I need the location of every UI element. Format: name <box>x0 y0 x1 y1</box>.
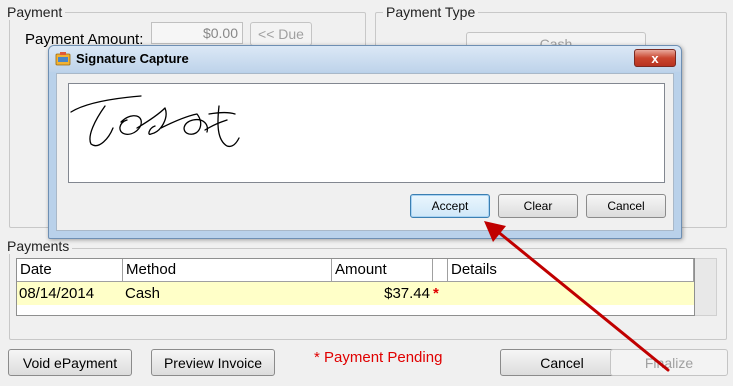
column-header-amount[interactable]: Amount <box>332 259 433 282</box>
signature-stroke <box>70 95 240 148</box>
accept-button[interactable]: Accept <box>410 194 490 218</box>
due-button-label: << Due <box>258 26 304 42</box>
close-icon: x <box>651 50 659 66</box>
table-scrollbar[interactable] <box>695 258 717 316</box>
payments-group-title: Payments <box>4 238 73 254</box>
finalize-button[interactable]: Finalize <box>610 349 728 376</box>
due-button[interactable]: << Due <box>250 22 312 46</box>
app-icon <box>55 51 71 67</box>
dialog-title: Signature Capture <box>76 51 189 66</box>
payment-amount-value: $0.00 <box>202 25 238 41</box>
payment-group-title: Payment <box>4 4 66 20</box>
column-header-method[interactable]: Method <box>123 259 332 282</box>
void-epayment-label: Void ePayment <box>22 354 118 371</box>
payment-type-group-title: Payment Type <box>383 4 479 20</box>
row-method: Cash <box>125 285 161 302</box>
payments-table: Date Method Amount Details 08/14/2014 Ca… <box>16 258 695 316</box>
table-row[interactable]: 08/14/2014 Cash $37.44 * <box>17 282 694 305</box>
row-pending-flag: * <box>433 285 439 302</box>
clear-button[interactable]: Clear <box>498 194 578 218</box>
dialog-cancel-button[interactable]: Cancel <box>586 194 666 218</box>
preview-invoice-button[interactable]: Preview Invoice <box>151 349 275 376</box>
row-amount: $37.44 <box>384 285 430 302</box>
column-header-details[interactable]: Details <box>448 259 694 282</box>
preview-invoice-label: Preview Invoice <box>163 354 263 371</box>
dialog-body: Accept Clear Cancel <box>56 73 674 231</box>
dialog-titlebar[interactable]: Signature Capture x <box>49 46 681 72</box>
clear-button-label: Clear <box>523 199 553 213</box>
row-date: 08/14/2014 <box>19 285 95 302</box>
column-header-date[interactable]: Date <box>17 259 123 282</box>
signature-pad[interactable] <box>68 83 665 183</box>
finalize-button-label: Finalize <box>644 354 694 371</box>
signature-capture-dialog: Signature Capture x Accept Clear Cancel <box>48 45 682 239</box>
cancel-button-label: Cancel <box>540 354 584 371</box>
dialog-cancel-button-label: Cancel <box>607 199 645 213</box>
payment-pending-text: * Payment Pending <box>314 349 443 366</box>
payment-amount-input[interactable]: $0.00 <box>151 22 243 44</box>
accept-button-label: Accept <box>431 199 469 213</box>
close-button[interactable]: x <box>634 49 676 67</box>
cancel-button[interactable]: Cancel <box>500 349 624 376</box>
column-header-flag[interactable] <box>433 259 448 282</box>
void-epayment-button[interactable]: Void ePayment <box>8 349 132 376</box>
